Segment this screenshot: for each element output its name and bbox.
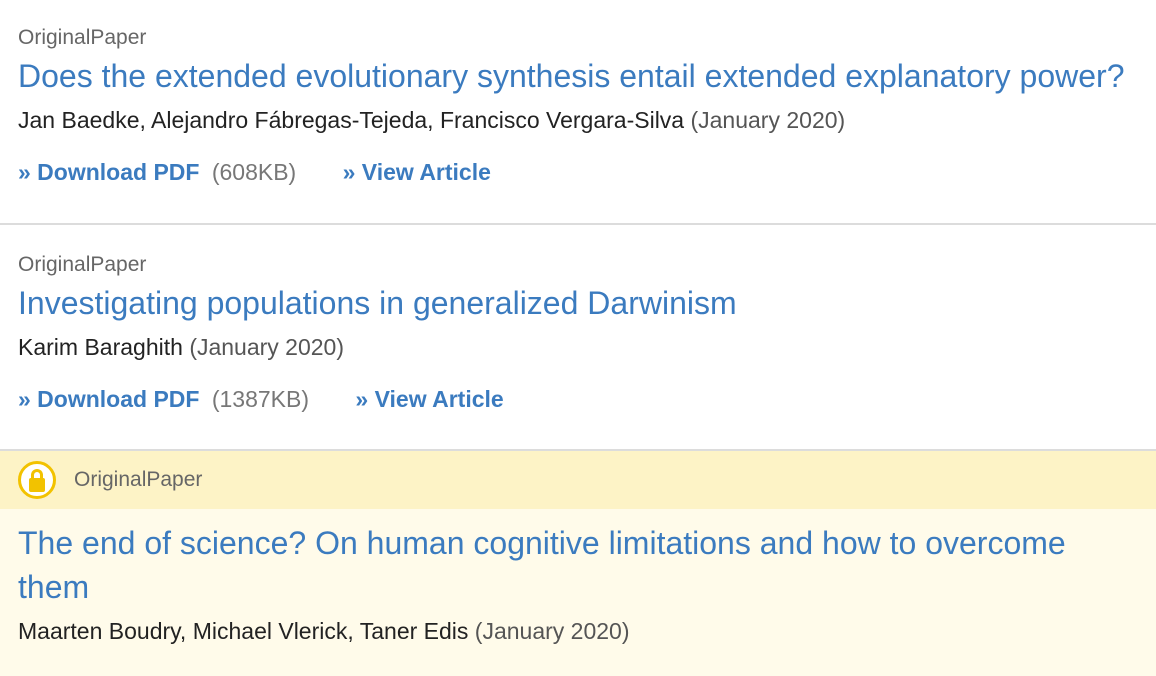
authors-line: Maarten Boudry, Michael Vlerick, Taner E… (18, 615, 1138, 647)
authors-line: Jan Baedke, Alejandro Fábregas-Tejeda, F… (18, 104, 1138, 136)
actions-row: » Download PDF (1387KB) » View Article (18, 383, 1138, 415)
actions-row: » Download PDF (608KB) » View Article (18, 156, 1138, 188)
download-pdf-link[interactable]: » Download PDF (18, 386, 199, 412)
download-pdf-link[interactable]: » Download PDF (18, 159, 199, 185)
article-title-link[interactable]: Investigating populations in generalized… (18, 281, 1138, 325)
result-item: OriginalPaper Does the extended evolutio… (0, 0, 1156, 225)
view-article-link[interactable]: » View Article (343, 159, 491, 185)
publication-date: (January 2020) (690, 107, 846, 133)
results-list: OriginalPaper Does the extended evolutio… (0, 0, 1156, 676)
result-item-restricted: OriginalPaper The end of science? On hum… (0, 451, 1156, 676)
result-item: OriginalPaper Investigating populations … (0, 225, 1156, 451)
authors: Maarten Boudry, Michael Vlerick, Taner E… (18, 618, 469, 644)
file-size: (1387KB) (211, 386, 310, 412)
publication-date: (January 2020) (474, 618, 630, 644)
lock-icon (18, 461, 56, 499)
result-content: The end of science? On human cognitive l… (0, 509, 1156, 647)
view-article-link[interactable]: » View Article (355, 386, 503, 412)
content-type-label: OriginalPaper (18, 253, 147, 276)
content-type-label: OriginalPaper (18, 26, 147, 49)
article-title-link[interactable]: The end of science? On human cognitive l… (18, 521, 1138, 609)
authors: Karim Baraghith (18, 334, 183, 360)
article-title-link[interactable]: Does the extended evolutionary synthesis… (18, 54, 1138, 98)
restricted-access-bar: OriginalPaper (0, 451, 1156, 509)
authors-line: Karim Baraghith (January 2020) (18, 331, 1138, 363)
file-size: (608KB) (211, 159, 297, 185)
publication-date: (January 2020) (189, 334, 345, 360)
content-type-label: OriginalPaper (74, 468, 203, 491)
authors: Jan Baedke, Alejandro Fábregas-Tejeda, F… (18, 107, 685, 133)
